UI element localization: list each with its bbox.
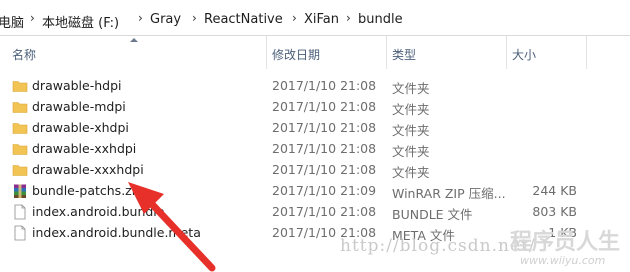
site-logo-watermark: 程序员人生: [510, 230, 621, 255]
file-name[interactable]: drawable-hdpi: [32, 78, 122, 93]
folder-icon: [12, 165, 28, 176]
file-row[interactable]: drawable-xxhdpi 2017/1/10 21:08 文件夹: [0, 138, 630, 160]
file-name[interactable]: drawable-mdpi: [32, 99, 126, 114]
file-type: 文件夹: [392, 144, 430, 159]
file-row[interactable]: drawable-xxxhdpi 2017/1/10 21:08 文件夹: [0, 159, 630, 181]
file-type: 文件夹: [392, 165, 430, 180]
file-row[interactable]: drawable-xhdpi 2017/1/10 21:08 文件夹: [0, 117, 630, 139]
file-size: 244 KB: [532, 183, 577, 198]
column-header-bar: 名称 修改日期 类型 大小: [0, 36, 630, 69]
file-name[interactable]: drawable-xxhdpi: [32, 141, 136, 156]
column-divider[interactable]: [586, 36, 587, 69]
breadcrumb-reactnative[interactable]: ReactNative: [204, 12, 283, 27]
column-header-type[interactable]: 类型: [392, 46, 416, 63]
file-type: BUNDLE 文件: [392, 207, 473, 222]
breadcrumb-separator-icon[interactable]: ›: [346, 11, 351, 25]
file-name[interactable]: index.android.bundle: [32, 204, 164, 219]
breadcrumb-separator-icon[interactable]: ›: [30, 11, 35, 25]
file-row[interactable]: bundle-patchs.zip 2017/1/10 21:09 WinRAR…: [0, 180, 630, 202]
folder-icon: [12, 144, 28, 155]
file-date: 2017/1/10 21:08: [272, 99, 377, 114]
breadcrumb-drive[interactable]: 本地磁盘 (F:): [42, 12, 119, 31]
file-type: 文件夹: [392, 81, 430, 96]
file-date: 2017/1/10 21:08: [272, 162, 377, 177]
column-header-date[interactable]: 修改日期: [272, 46, 320, 63]
file-row[interactable]: drawable-mdpi 2017/1/10 21:08 文件夹: [0, 96, 630, 118]
breadcrumb-bundle[interactable]: bundle: [358, 12, 403, 27]
file-size: 803 KB: [532, 204, 577, 219]
file-date: 2017/1/10 21:08: [272, 78, 377, 93]
file-type: WinRAR ZIP 压缩...: [392, 186, 506, 201]
folder-icon: [12, 123, 28, 134]
column-divider[interactable]: [266, 36, 267, 69]
file-date: 2017/1/10 21:08: [272, 204, 377, 219]
file-name[interactable]: drawable-xxxhdpi: [32, 162, 144, 177]
file-row[interactable]: index.android.bundle 2017/1/10 21:08 BUN…: [0, 201, 630, 223]
breadcrumb-xifan[interactable]: XiFan: [304, 12, 339, 27]
column-header-size[interactable]: 大小: [512, 46, 536, 63]
file-name[interactable]: drawable-xhdpi: [32, 120, 129, 135]
file-name[interactable]: index.android.bundle.meta: [32, 225, 201, 240]
breadcrumb-separator-icon[interactable]: ›: [192, 11, 197, 25]
file-date: 2017/1/10 21:08: [272, 120, 377, 135]
breadcrumb-computer[interactable]: 电脑: [0, 12, 24, 31]
file-type: 文件夹: [392, 102, 430, 117]
column-divider[interactable]: [506, 36, 507, 69]
breadcrumb-gray[interactable]: Gray: [150, 12, 181, 27]
file-date: 2017/1/10 21:09: [272, 183, 377, 198]
breadcrumb-separator-icon[interactable]: ›: [292, 11, 297, 25]
file-type: 文件夹: [392, 123, 430, 138]
file-row[interactable]: drawable-hdpi 2017/1/10 21:08 文件夹: [0, 75, 630, 97]
site-url-watermark: www.wiiyu.com: [520, 254, 606, 267]
winrar-zip-icon: [14, 184, 26, 198]
folder-icon: [12, 102, 28, 113]
file-name[interactable]: bundle-patchs.zip: [32, 183, 143, 198]
address-bar[interactable]: 电脑 › 本地磁盘 (F:) › Gray › ReactNative › Xi…: [0, 0, 630, 36]
folder-icon: [12, 81, 28, 92]
column-header-name[interactable]: 名称: [12, 46, 36, 63]
breadcrumb-separator-icon[interactable]: ›: [138, 11, 143, 25]
sort-ascending-icon: [130, 38, 138, 42]
file-date: 2017/1/10 21:08: [272, 141, 377, 156]
file-icon: [14, 204, 26, 220]
csdn-watermark: http://blog.csdn.net/: [340, 236, 536, 256]
file-icon: [14, 225, 26, 241]
column-divider[interactable]: [386, 36, 387, 69]
